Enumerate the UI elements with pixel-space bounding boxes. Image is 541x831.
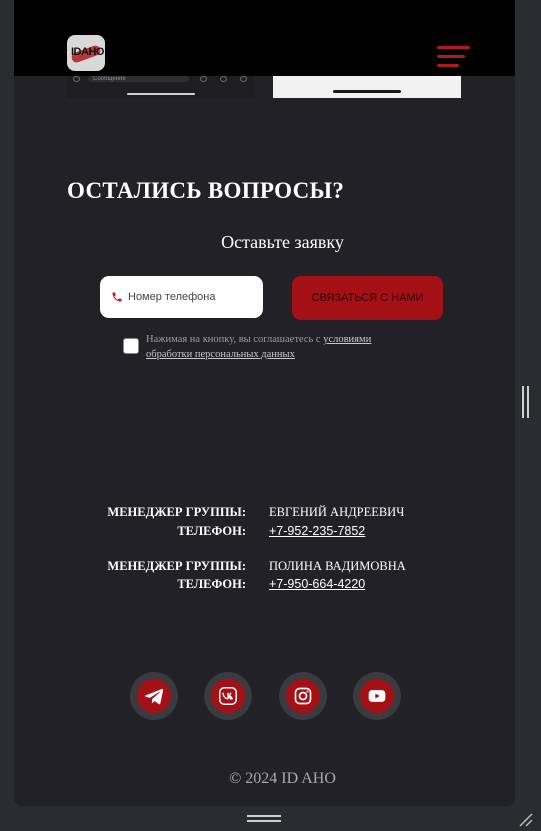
phone-link[interactable]: +7-950-664-4220 bbox=[269, 577, 365, 591]
logo[interactable]: IDAHO bbox=[67, 35, 105, 71]
horizontal-resize-handle[interactable] bbox=[247, 815, 281, 823]
youtube-icon bbox=[368, 690, 386, 702]
camera-icon bbox=[220, 76, 227, 82]
contact-row: ТЕЛЕФОН: +7-950-664-4220 bbox=[14, 577, 515, 595]
message-input-preview: Сообщение bbox=[88, 76, 189, 82]
contact-us-button[interactable]: СВЯЗАТЬСЯ С НАМИ bbox=[292, 276, 443, 320]
resize-grip-icon[interactable] bbox=[518, 812, 534, 828]
page-frame: IDAHO Сообщение ОСТАЛИСЬ ВОПРОСЫ? Оставь… bbox=[14, 0, 515, 806]
phone-label: ТЕЛЕФОН: bbox=[177, 524, 246, 538]
form-subtitle: Оставьте заявку bbox=[221, 232, 344, 252]
hamburger-menu-icon[interactable] bbox=[437, 46, 470, 68]
vk-link[interactable] bbox=[204, 672, 252, 720]
youtube-link[interactable] bbox=[353, 672, 401, 720]
section-title: ОСТАЛИСЬ ВОПРОСЫ? bbox=[67, 178, 345, 203]
contact-row: МЕНЕДЖЕР ГРУППЫ: ЕВГЕНИЙ АНДРЕЕВИЧ bbox=[14, 505, 515, 523]
phone-label: ТЕЛЕФОН: bbox=[177, 577, 246, 591]
consent-checkbox[interactable] bbox=[123, 338, 139, 354]
manager-name: ПОЛИНА ВАДИМОВНА bbox=[269, 559, 406, 573]
vk-icon bbox=[219, 687, 237, 705]
phone-icon bbox=[112, 292, 122, 302]
emoji-icon bbox=[200, 76, 207, 82]
logo-text: IDAHO bbox=[71, 46, 104, 58]
chat-preview-dark: Сообщение bbox=[67, 76, 254, 98]
phone-link[interactable]: +7-952-235-7852 bbox=[269, 524, 365, 538]
phone-input[interactable] bbox=[128, 291, 253, 303]
manager-label: МЕНЕДЖЕР ГРУППЫ: bbox=[107, 559, 246, 573]
copyright: © 2024 ID AHO bbox=[229, 770, 336, 787]
instagram-icon bbox=[294, 687, 312, 705]
mic-icon bbox=[240, 76, 247, 82]
telegram-icon bbox=[144, 688, 164, 705]
consent-text: Нажимая на кнопку, вы соглашаетесь с усл… bbox=[146, 332, 406, 362]
home-indicator bbox=[333, 90, 401, 93]
site-header: IDAHO bbox=[14, 0, 515, 76]
manager-label: МЕНЕДЖЕР ГРУППЫ: bbox=[107, 505, 246, 519]
contact-row: МЕНЕДЖЕР ГРУППЫ: ПОЛИНА ВАДИМОВНА bbox=[14, 559, 515, 577]
manager-name: ЕВГЕНИЙ АНДРЕЕВИЧ bbox=[269, 505, 405, 519]
phone-field[interactable] bbox=[100, 276, 263, 318]
chat-preview-light bbox=[273, 76, 461, 98]
attach-icon bbox=[73, 76, 80, 82]
telegram-link[interactable] bbox=[130, 672, 178, 720]
consent-prefix: Нажимая на кнопку, вы соглашаетесь с bbox=[146, 334, 324, 345]
contact-row: ТЕЛЕФОН: +7-952-235-7852 bbox=[14, 524, 515, 542]
instagram-link[interactable] bbox=[279, 672, 327, 720]
home-indicator bbox=[127, 93, 195, 95]
social-links bbox=[130, 672, 402, 720]
vertical-resize-handle[interactable] bbox=[522, 386, 530, 418]
